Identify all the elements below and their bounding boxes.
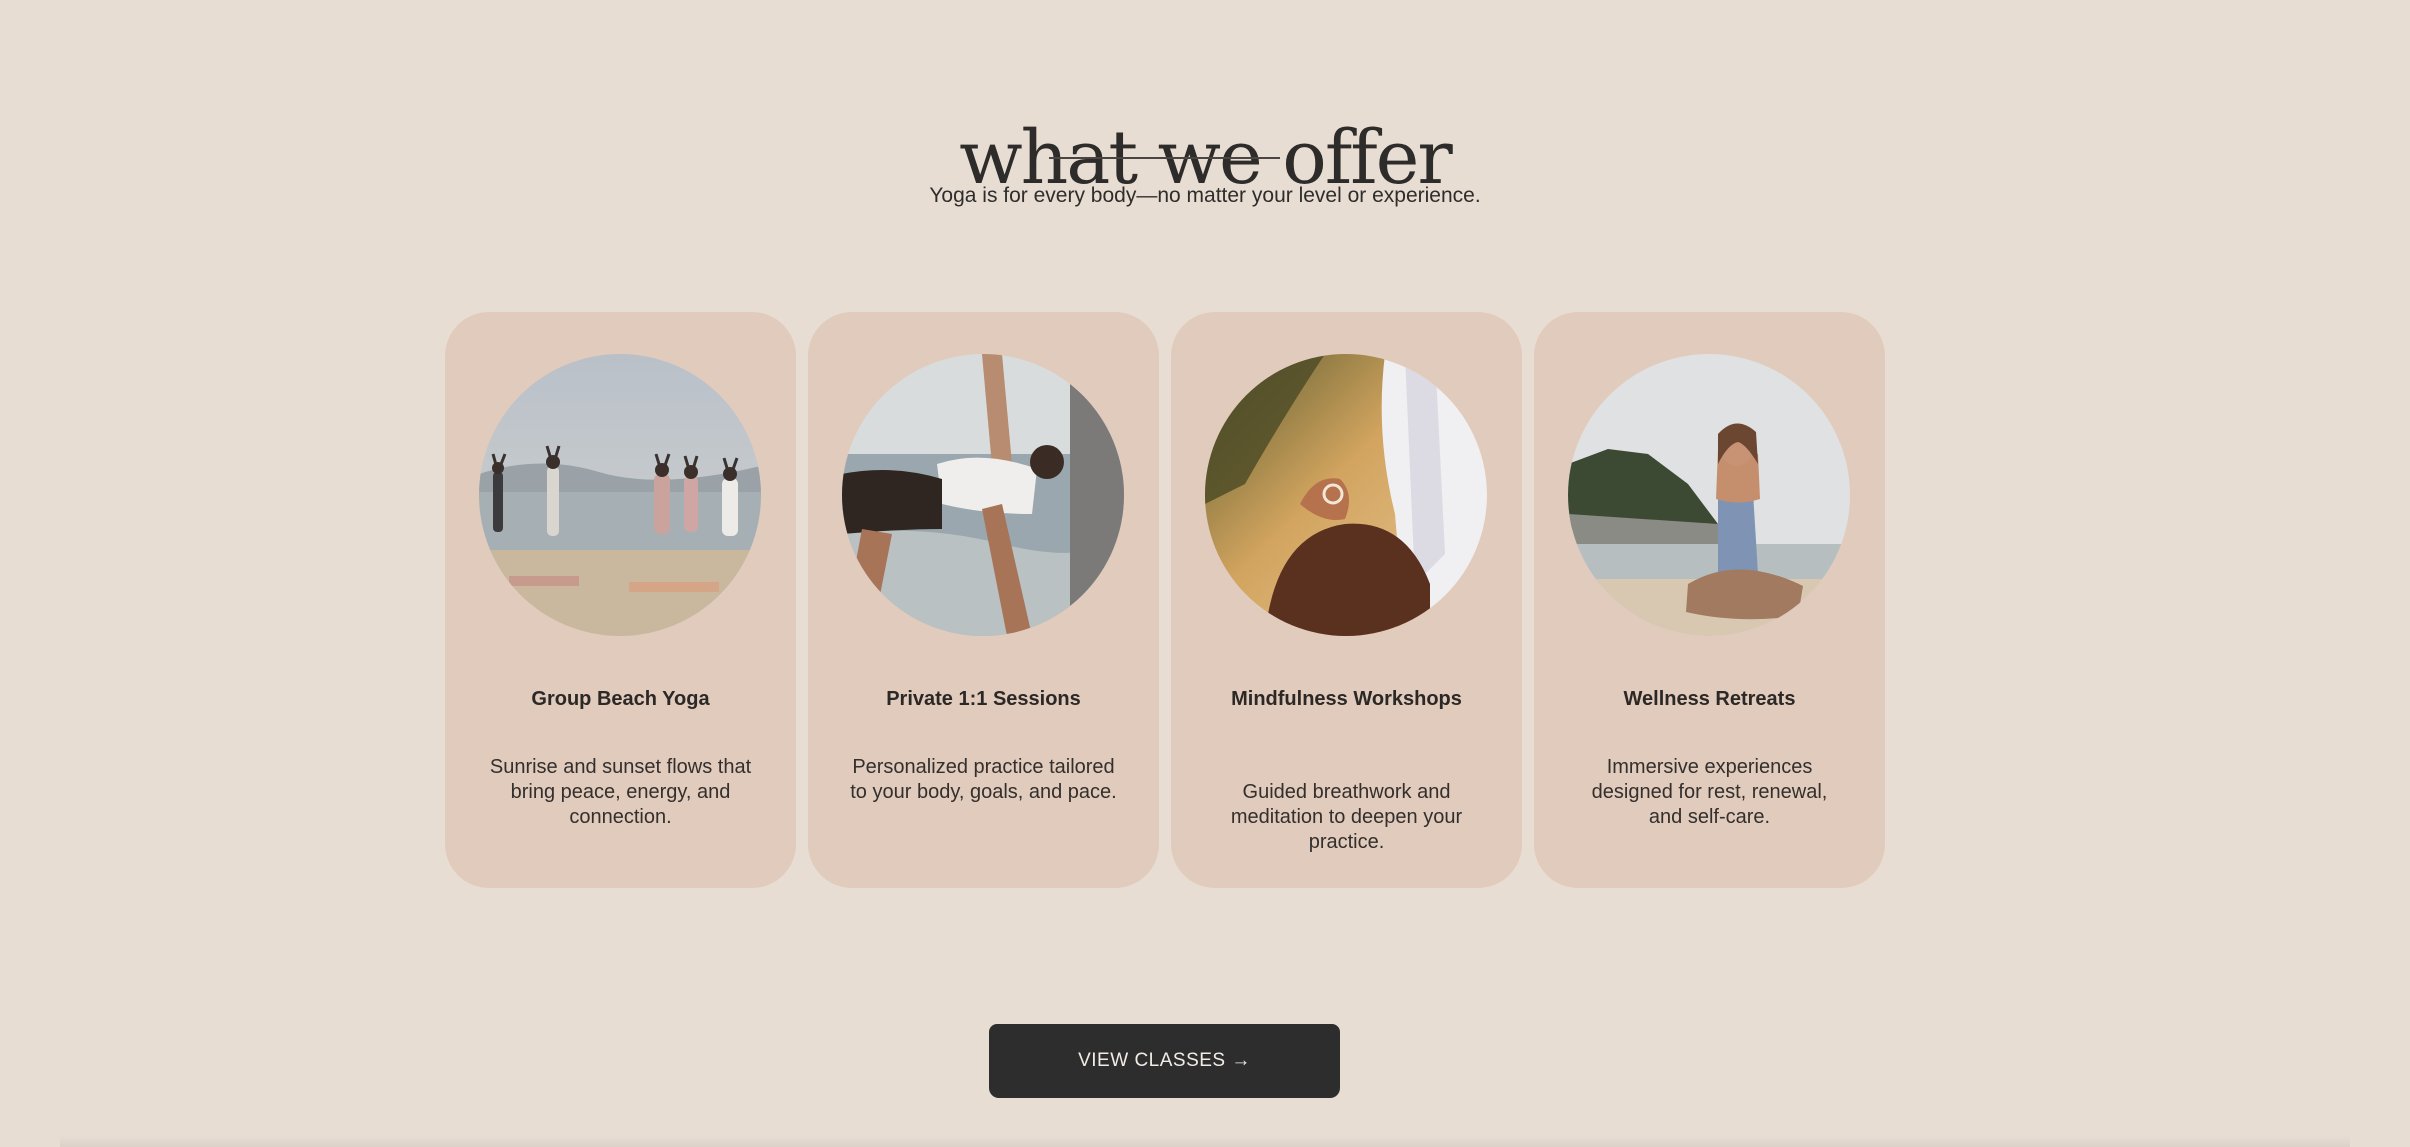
offer-card-private-sessions[interactable]: Private 1:1 Sessions Personalized practi… [808, 312, 1159, 888]
private-session-photo [842, 354, 1124, 636]
card-description: Sunrise and sunset flows that bring peac… [489, 756, 752, 828]
card-description: Personalized practice tailored to your b… [850, 756, 1117, 803]
offer-card-wellness-retreats[interactable]: Wellness Retreats Immersive experiences … [1534, 312, 1885, 888]
section-subtitle: Yoga is for every body—no matter your le… [929, 184, 1481, 207]
offer-cards: Group Beach Yoga Sunrise and sunset flow… [445, 312, 1885, 888]
heading-divider [1049, 157, 1280, 159]
offer-card-mindfulness-workshops[interactable]: Mindfulness Workshops Guided breathwork … [1171, 312, 1522, 888]
card-title: Mindfulness Workshops [1231, 688, 1462, 710]
card-title: Wellness Retreats [1623, 688, 1796, 710]
offer-card-group-beach-yoga[interactable]: Group Beach Yoga Sunrise and sunset flow… [445, 312, 796, 888]
view-classes-button[interactable]: VIEW CLASSES → [989, 1024, 1340, 1098]
group-beach-yoga-photo [479, 354, 761, 636]
card-title: Group Beach Yoga [531, 688, 710, 710]
footer-edge [60, 1136, 2350, 1147]
card-title: Private 1:1 Sessions [886, 688, 1081, 710]
card-description: Immersive experiences designed for rest,… [1591, 756, 1828, 828]
mindfulness-photo [1205, 354, 1487, 636]
card-description: Guided breathwork and meditation to deep… [1230, 781, 1463, 853]
offer-section: what we offer Yoga is for every body—no … [0, 0, 2410, 1147]
wellness-retreat-photo [1568, 354, 1850, 636]
